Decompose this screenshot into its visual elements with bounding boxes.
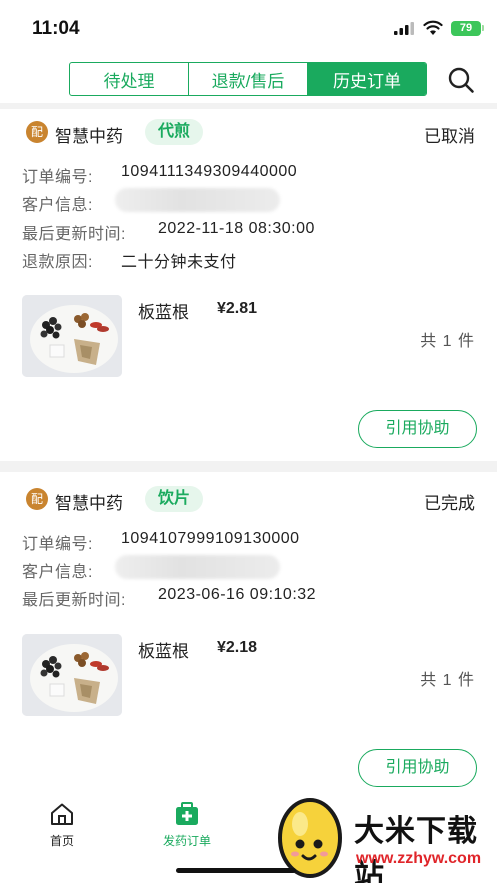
watermark-title: 大米下载站 xyxy=(354,814,478,883)
order-card: 配 智慧中药 饮片 已完成 订单编号: 1094107999109130000 … xyxy=(0,472,497,792)
order-tabs: 待处理 退款/售后 历史订单 xyxy=(69,62,427,96)
tab-refund[interactable]: 退款/售后 xyxy=(189,63,308,95)
refund-reason: 二十分钟未支付 xyxy=(121,254,237,271)
order-type-tag: 代煎 xyxy=(145,119,203,145)
product-image[interactable] xyxy=(22,634,122,716)
nav-home[interactable]: 首页 xyxy=(40,802,84,849)
item-quantity: 共 1 件 xyxy=(420,672,475,689)
order-no: 1094111349309440000 xyxy=(121,163,298,180)
order-no: 1094107999109130000 xyxy=(121,530,300,547)
status-bar: 11:04 79 xyxy=(0,0,497,54)
watermark: 大米下载站 www.zzhyw.com xyxy=(270,792,497,883)
updated-label: 最后更新时间: xyxy=(22,592,126,609)
item-quantity: 共 1 件 xyxy=(420,333,475,350)
updated-label: 最后更新时间: xyxy=(22,226,126,243)
delivery-badge: 配 xyxy=(26,488,48,510)
customer-label: 客户信息: xyxy=(22,197,93,214)
customer-info-redacted xyxy=(115,555,280,579)
item-name: 板蓝根 xyxy=(138,642,189,661)
customer-label: 客户信息: xyxy=(22,564,93,581)
cite-assist-button[interactable]: 引用协助 xyxy=(358,749,477,787)
home-icon xyxy=(51,803,73,825)
signal-icon xyxy=(394,22,414,35)
tab-pending[interactable]: 待处理 xyxy=(70,63,189,95)
order-status: 已取消 xyxy=(424,127,475,146)
order-no-label: 订单编号: xyxy=(22,169,93,186)
delivery-badge: 配 xyxy=(26,121,48,143)
updated-time: 2022-11-18 08:30:00 xyxy=(158,220,315,237)
shop-name: 智慧中药 xyxy=(55,127,123,146)
order-type-tag: 饮片 xyxy=(145,486,203,512)
nav-medicine-orders[interactable]: 发药订单 xyxy=(155,802,219,849)
nav-home-label: 首页 xyxy=(49,834,74,848)
home-indicator xyxy=(176,868,296,873)
updated-time: 2023-06-16 09:10:32 xyxy=(158,586,317,603)
battery-tip xyxy=(482,25,484,31)
status-time: 11:04 xyxy=(32,18,80,39)
nav-medicine-orders-label: 发药订单 xyxy=(162,834,211,848)
refund-label: 退款原因: xyxy=(22,254,93,271)
item-price: ¥2.81 xyxy=(217,300,258,317)
cite-assist-button[interactable]: 引用协助 xyxy=(358,410,477,448)
order-no-label: 订单编号: xyxy=(22,536,93,553)
medicine-box-icon xyxy=(176,802,198,825)
item-price: ¥2.18 xyxy=(217,639,258,656)
search-icon[interactable] xyxy=(447,66,475,94)
order-card: 配 智慧中药 代煎 已取消 订单编号: 1094111349309440000 … xyxy=(0,109,497,461)
battery-level: 79 xyxy=(451,21,481,36)
item-name: 板蓝根 xyxy=(138,303,189,322)
wifi-icon xyxy=(423,20,443,35)
tab-history[interactable]: 历史订单 xyxy=(308,63,426,95)
product-image[interactable] xyxy=(22,295,122,377)
section-divider xyxy=(0,461,497,472)
order-status: 已完成 xyxy=(424,494,475,513)
customer-info-redacted xyxy=(115,188,280,212)
shop-name: 智慧中药 xyxy=(55,494,123,513)
watermark-url: www.zzhyw.com xyxy=(356,850,482,867)
